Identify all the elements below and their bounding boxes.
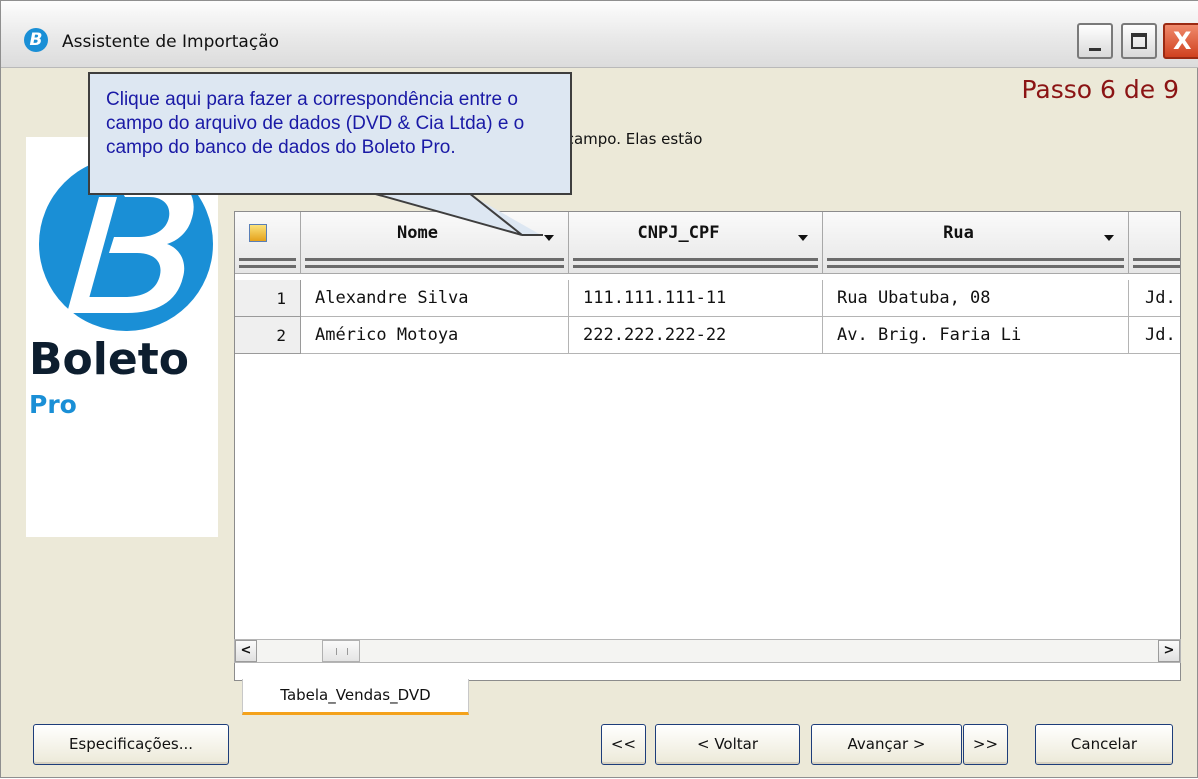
- table-cell[interactable]: Rua Ubatuba, 08: [823, 280, 1129, 317]
- minimize-button[interactable]: [1077, 23, 1113, 59]
- column-header-cnpj-cpf[interactable]: CNPJ_CPF: [569, 212, 823, 274]
- close-button[interactable]: X: [1163, 23, 1198, 59]
- sheet-tab-tabela-vendas-dvd[interactable]: Tabela_Vendas_DVD: [242, 679, 469, 715]
- column-header-label: Rua: [943, 223, 974, 243]
- field-mapping-tooltip: Clique aqui para fazer a correspondência…: [88, 72, 572, 195]
- table-cell[interactable]: 111.111.111-11: [569, 280, 823, 317]
- header-separator: [827, 265, 1124, 268]
- logo-brand-text: Boleto: [29, 334, 189, 385]
- table-cell[interactable]: Américo Motoya: [301, 317, 569, 354]
- horizontal-scrollbar[interactable]: < >: [234, 639, 1181, 663]
- chevron-down-icon[interactable]: [1098, 226, 1120, 248]
- header-separator: [239, 265, 296, 268]
- first-step-button[interactable]: <<: [601, 724, 646, 765]
- import-wizard-window: B Assistente de Importação X Boleto Pro …: [0, 0, 1198, 778]
- header-separator: [239, 258, 296, 261]
- chevron-down-icon[interactable]: [538, 226, 560, 248]
- next-button[interactable]: Avançar >: [811, 724, 962, 765]
- header-separator: [1133, 265, 1180, 268]
- title-bar: B Assistente de Importação X: [1, 1, 1198, 68]
- column-header-rua[interactable]: Rua: [823, 212, 1129, 274]
- header-separator: [305, 265, 564, 268]
- header-separator: [827, 258, 1124, 261]
- boleto-app-icon: B: [24, 28, 48, 52]
- scroll-thumb[interactable]: [322, 640, 360, 662]
- header-separator: [573, 265, 818, 268]
- maximize-icon: [1131, 33, 1147, 49]
- row-number: 2: [235, 317, 301, 354]
- specifications-button[interactable]: Especificações...: [33, 724, 229, 765]
- grid-corner[interactable]: [235, 212, 301, 274]
- column-header-nome[interactable]: Nome: [301, 212, 569, 274]
- header-separator: [305, 258, 564, 261]
- boleto-pro-logo: Boleto Pro: [26, 137, 218, 537]
- logo-product-text: Pro: [29, 390, 77, 419]
- field-mapping-icon: [249, 224, 267, 242]
- table-cell[interactable]: Jd.: [1129, 317, 1180, 354]
- table-cell[interactable]: Alexandre Silva: [301, 280, 569, 317]
- chevron-down-icon[interactable]: [792, 226, 814, 248]
- last-step-button[interactable]: >>: [963, 724, 1008, 765]
- back-button[interactable]: < Voltar: [655, 724, 800, 765]
- row-number: 1: [235, 280, 301, 317]
- window-title: Assistente de Importação: [62, 32, 280, 52]
- table-cell[interactable]: 222.222.222-22: [569, 317, 823, 354]
- step-indicator: Passo 6 de 9: [1021, 75, 1179, 104]
- scroll-right-button[interactable]: >: [1158, 640, 1180, 662]
- column-header-label: Nome: [397, 223, 438, 243]
- table-cell[interactable]: Av. Brig. Faria Li: [823, 317, 1129, 354]
- column-header-next[interactable]: [1129, 212, 1180, 274]
- scroll-left-button[interactable]: <: [235, 640, 257, 662]
- header-separator: [573, 258, 818, 261]
- data-grid: Nome CNPJ_CPF Rua 1 Alexandre Silva 111.…: [234, 211, 1181, 681]
- maximize-button[interactable]: [1121, 23, 1157, 59]
- close-icon: X: [1173, 27, 1192, 55]
- column-header-label: CNPJ_CPF: [637, 223, 720, 243]
- header-separator: [1133, 258, 1180, 261]
- cancel-button[interactable]: Cancelar: [1035, 724, 1173, 765]
- table-cell[interactable]: Jd.: [1129, 280, 1180, 317]
- minimize-icon: [1089, 48, 1101, 51]
